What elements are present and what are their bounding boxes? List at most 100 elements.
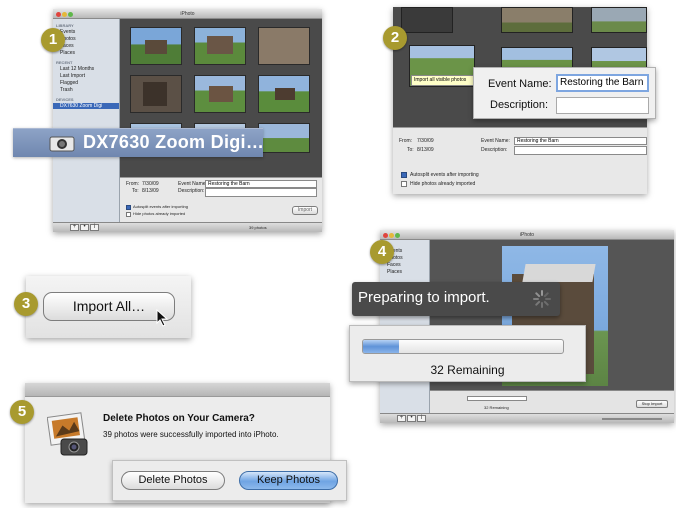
import-info-bar: From: 7/30/09 To: 8/13/09 Event Name: Re… <box>120 177 322 222</box>
device-name-zoomed[interactable]: DX7630 Zoom Digi… <box>83 132 264 153</box>
hide-imported-checkbox[interactable] <box>126 212 131 217</box>
photo-thumbnail[interactable] <box>258 27 310 65</box>
photo-thumbnail[interactable] <box>194 75 246 113</box>
zoom-button[interactable] <box>68 12 73 17</box>
sidebar-item-places[interactable]: Places <box>60 50 119 56</box>
to-value: 8/13/09 <box>142 188 159 194</box>
step-1-badge: 1 <box>41 28 65 52</box>
close-button[interactable] <box>383 233 388 238</box>
panel-3-import-all: Import All… <box>26 276 191 338</box>
preparing-text: Preparing to import. <box>358 289 490 306</box>
mini-progress-bar <box>467 396 527 401</box>
info-button[interactable]: i <box>417 415 426 422</box>
description-label: Description: <box>178 188 205 194</box>
photo-thumbnail[interactable] <box>401 7 453 33</box>
stop-import-button[interactable]: Stop Import <box>636 400 668 408</box>
minimize-button[interactable] <box>62 12 67 17</box>
event-name-label-zoomed: Event Name: <box>488 78 552 90</box>
photo-thumbnail[interactable] <box>130 27 182 65</box>
to-value: 8/13/09 <box>417 147 434 153</box>
delete-photos-button[interactable]: Delete Photos <box>121 471 225 490</box>
bottom-toolbar: + • i <box>380 413 674 423</box>
bottom-toolbar: + • i 39 photos <box>53 222 322 232</box>
sidebar-item-faces[interactable]: Faces <box>60 43 119 49</box>
event-name-field[interactable]: Restoring the Barn <box>205 180 317 188</box>
from-label: From: <box>126 181 140 187</box>
panel-1-iphoto-window: iPhoto LIBRARY Events Photos Faces Place… <box>53 9 322 232</box>
add-button[interactable]: + <box>397 415 406 422</box>
spinner-icon <box>532 289 552 309</box>
sidebar-item-places[interactable]: Places <box>387 269 429 275</box>
photo-thumbnail[interactable] <box>258 75 310 113</box>
photo-thumbnail[interactable] <box>591 7 647 33</box>
window-titlebar: iPhoto <box>380 230 674 240</box>
sidebar-item-camera[interactable]: DX7630 Zoom Digi <box>53 103 119 109</box>
action-button[interactable]: • <box>407 415 416 422</box>
import-info-bar: From: 7/30/09 To: 8/13/09 Event Name: Re… <box>393 127 647 194</box>
iphoto-app-icon <box>46 411 89 457</box>
photo-count-status: 39 photos <box>249 225 267 230</box>
zoom-slider[interactable] <box>602 418 662 420</box>
sidebar-item-flagged[interactable]: Flagged <box>60 80 119 86</box>
import-button[interactable]: Import <box>292 206 318 215</box>
sidebar-item-faces[interactable]: Faces <box>387 262 429 268</box>
description-label-zoomed: Description: <box>490 99 549 111</box>
add-button[interactable]: + <box>70 224 79 231</box>
sidebar-recent-header: RECENT <box>56 60 73 65</box>
step-2-badge: 2 <box>383 26 407 50</box>
close-button[interactable] <box>56 12 61 17</box>
description-field[interactable] <box>514 146 647 155</box>
step-3-badge: 3 <box>14 292 38 316</box>
minimize-button[interactable] <box>389 233 394 238</box>
step-5-badge: 5 <box>10 400 34 424</box>
event-name-field[interactable]: Restoring the Barn <box>514 137 647 145</box>
window-title: iPhoto <box>519 232 535 238</box>
photo-thumbnail[interactable] <box>130 75 182 113</box>
hide-imported-checkbox[interactable] <box>401 181 407 187</box>
autosplit-checkbox[interactable] <box>401 172 407 178</box>
photo-thumbnail[interactable] <box>258 123 310 153</box>
step-4-badge: 4 <box>370 240 394 264</box>
progress-bar-track <box>362 339 564 354</box>
dialog-buttons-callout: Delete Photos Keep Photos <box>112 460 347 501</box>
keep-photos-button[interactable]: Keep Photos <box>239 471 338 490</box>
sidebar-devices-header: DEVICES <box>56 97 74 102</box>
sidebar-item-photos[interactable]: Photos <box>60 36 119 42</box>
device-callout: DX7630 Zoom Digi… <box>13 128 264 157</box>
tooltip: Import all visible photos <box>411 75 475 86</box>
sidebar-item-last-12-months[interactable]: Last 12 Months <box>60 66 119 72</box>
event-name-field-zoomed[interactable]: Restoring the Barn <box>556 74 649 92</box>
description-field-zoomed[interactable] <box>556 97 649 114</box>
description-field[interactable] <box>205 188 317 197</box>
dialog-message: 39 photos were successfully imported int… <box>103 430 279 439</box>
sidebar: LIBRARY Events Photos Faces Places RECEN… <box>53 19 120 222</box>
action-button[interactable]: • <box>80 224 89 231</box>
hide-imported-label: Hide photos already imported <box>133 211 186 216</box>
progress-bar-fill <box>363 340 399 353</box>
remaining-text: 32 Remaining <box>430 363 505 377</box>
from-value: 7/30/09 <box>142 181 159 187</box>
to-label: To: <box>407 147 414 153</box>
progress-bottom-area: 32 Remaining Stop Import <box>430 390 674 413</box>
camera-icon <box>49 135 75 152</box>
preparing-callout: Preparing to import. <box>352 282 560 316</box>
hide-imported-label: Hide photos already imported <box>410 181 476 187</box>
photo-thumbnail[interactable] <box>194 27 246 65</box>
autosplit-checkbox[interactable] <box>126 205 131 210</box>
window-titlebar: iPhoto <box>53 9 322 19</box>
dialog-title: Delete Photos on Your Camera? <box>103 413 255 424</box>
event-name-label: Event Name: <box>481 138 510 144</box>
dialog-titlebar <box>25 383 330 397</box>
zoom-button[interactable] <box>395 233 400 238</box>
from-label: From: <box>399 138 413 144</box>
description-label: Description: <box>481 147 508 153</box>
sidebar-item-events[interactable]: Events <box>60 29 119 35</box>
mini-remaining-text: 32 Remaining <box>484 405 509 410</box>
to-label: To: <box>132 188 139 194</box>
sidebar-library-header: LIBRARY <box>56 23 74 28</box>
photo-thumbnail[interactable] <box>501 7 573 33</box>
sidebar-item-trash[interactable]: Trash <box>60 87 119 93</box>
sidebar-item-last-import[interactable]: Last Import <box>60 73 119 79</box>
info-button[interactable]: i <box>90 224 99 231</box>
event-name-zoom-callout: Event Name: Restoring the Barn Descripti… <box>473 67 656 119</box>
